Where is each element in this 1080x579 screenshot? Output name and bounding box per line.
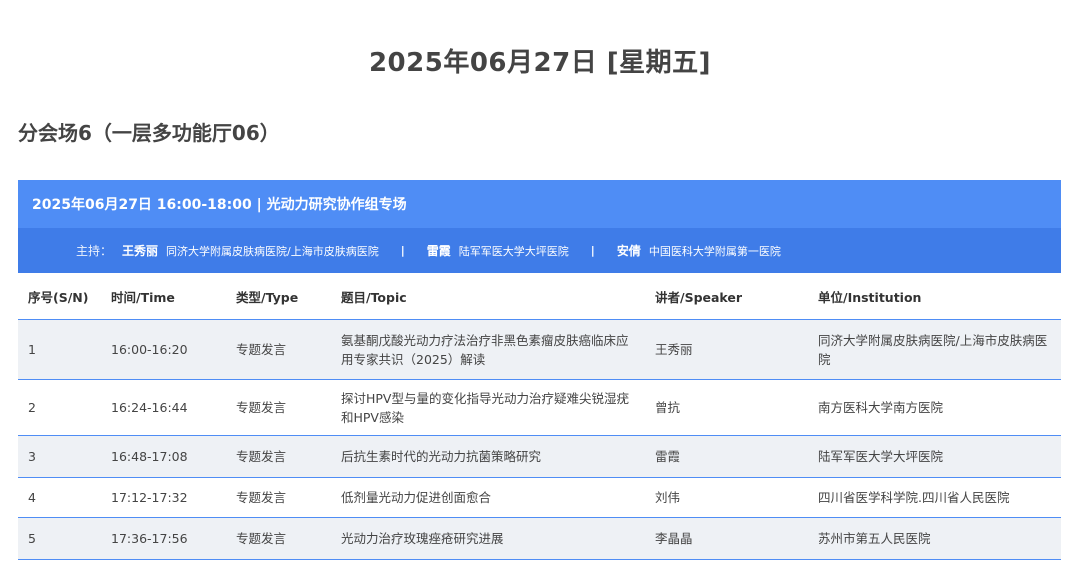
header-speaker: 讲者/Speaker bbox=[645, 273, 808, 320]
host-institution: 中国医科大学附属第一医院 bbox=[648, 244, 781, 258]
cell-time: 16:00-16:20 bbox=[111, 342, 188, 357]
cell-sn: 1 bbox=[28, 342, 36, 357]
cell-institution: 南方医科大学南方医院 bbox=[818, 400, 944, 415]
cell-topic: 后抗生素时代的光动力抗菌策略研究 bbox=[341, 449, 542, 464]
cell-time: 17:12-17:32 bbox=[111, 490, 188, 505]
cell-type: 专题发言 bbox=[236, 531, 287, 546]
schedule-table: 序号(S/N) 时间/Time 类型/Type 题目/Topic 讲者/Spea… bbox=[18, 273, 1061, 560]
host-separator: | bbox=[400, 244, 405, 257]
cell-time: 17:36-17:56 bbox=[111, 531, 188, 546]
host-institution: 陆军军医大学大坪医院 bbox=[458, 244, 569, 258]
venue-title: 分会场6（一层多功能厅06） bbox=[18, 121, 280, 145]
cell-topic: 探讨HPV型与量的变化指导光动力治疗疑难尖锐湿疣和HPV感染 bbox=[341, 390, 629, 425]
cell-time: 16:24-16:44 bbox=[111, 400, 188, 415]
cell-sn: 4 bbox=[28, 490, 36, 505]
cell-sn: 5 bbox=[28, 531, 36, 546]
cell-institution: 四川省医学科学院.四川省人民医院 bbox=[818, 490, 1010, 505]
host-separator: | bbox=[590, 244, 595, 257]
cell-institution: 苏州市第五人民医院 bbox=[818, 531, 931, 546]
table-header-row: 序号(S/N) 时间/Time 类型/Type 题目/Topic 讲者/Spea… bbox=[18, 273, 1061, 320]
host-prefix-label: 主持： bbox=[76, 244, 113, 258]
table-row: 2 16:24-16:44 专题发言 探讨HPV型与量的变化指导光动力治疗疑难尖… bbox=[18, 379, 1061, 436]
session-header: 2025年06月27日 16:00-18:00 | 光动力研究协作组专场 bbox=[18, 180, 1061, 228]
hosts-bar: 主持： 王秀丽 同济大学附属皮肤病医院/上海市皮肤病医院 | 雷霞 陆军军医大学… bbox=[18, 228, 1061, 273]
cell-sn: 2 bbox=[28, 400, 36, 415]
cell-topic: 光动力治疗玫瑰痤疮研究进展 bbox=[341, 531, 504, 546]
cell-type: 专题发言 bbox=[236, 449, 287, 464]
host-name: 安倩 bbox=[616, 244, 641, 258]
cell-institution: 陆军军医大学大坪医院 bbox=[818, 449, 944, 464]
cell-sn: 3 bbox=[28, 449, 36, 464]
cell-time: 16:48-17:08 bbox=[111, 449, 188, 464]
cell-speaker: 雷霞 bbox=[655, 449, 681, 464]
header-topic: 题目/Topic bbox=[331, 273, 645, 320]
cell-speaker: 王秀丽 bbox=[655, 342, 693, 357]
header-institution: 单位/Institution bbox=[808, 273, 1061, 320]
cell-topic: 氨基酮戊酸光动力疗法治疗非黑色素瘤皮肤癌临床应用专家共识（2025）解读 bbox=[341, 332, 629, 367]
cell-type: 专题发言 bbox=[236, 400, 287, 415]
cell-topic: 低剂量光动力促进创面愈合 bbox=[341, 490, 492, 505]
cell-speaker: 曾抗 bbox=[655, 400, 681, 415]
cell-speaker: 李晶晶 bbox=[655, 531, 693, 546]
session-card: 2025年06月27日 16:00-18:00 | 光动力研究协作组专场 主持：… bbox=[18, 180, 1061, 560]
header-type: 类型/Type bbox=[226, 273, 331, 320]
cell-institution: 同济大学附属皮肤病医院/上海市皮肤病医院 bbox=[818, 332, 1048, 367]
cell-type: 专题发言 bbox=[236, 342, 287, 357]
cell-type: 专题发言 bbox=[236, 490, 287, 505]
header-time: 时间/Time bbox=[101, 273, 226, 320]
table-row: 5 17:36-17:56 专题发言 光动力治疗玫瑰痤疮研究进展 李晶晶 苏州市… bbox=[18, 517, 1061, 560]
page-title-date: 2025年06月27日 [星期五] bbox=[368, 48, 712, 78]
cell-speaker: 刘伟 bbox=[655, 490, 681, 505]
table-row: 1 16:00-16:20 专题发言 氨基酮戊酸光动力疗法治疗非黑色素瘤皮肤癌临… bbox=[18, 319, 1061, 380]
table-row: 4 17:12-17:32 专题发言 低剂量光动力促进创面愈合 刘伟 四川省医学… bbox=[18, 477, 1061, 518]
table-row: 3 16:48-17:08 专题发言 后抗生素时代的光动力抗菌策略研究 雷霞 陆… bbox=[18, 435, 1061, 478]
host-name: 王秀丽 bbox=[122, 244, 159, 258]
host-name: 雷霞 bbox=[426, 244, 451, 258]
host-institution: 同济大学附属皮肤病医院/上海市皮肤病医院 bbox=[166, 244, 379, 258]
header-sn: 序号(S/N) bbox=[18, 273, 101, 320]
